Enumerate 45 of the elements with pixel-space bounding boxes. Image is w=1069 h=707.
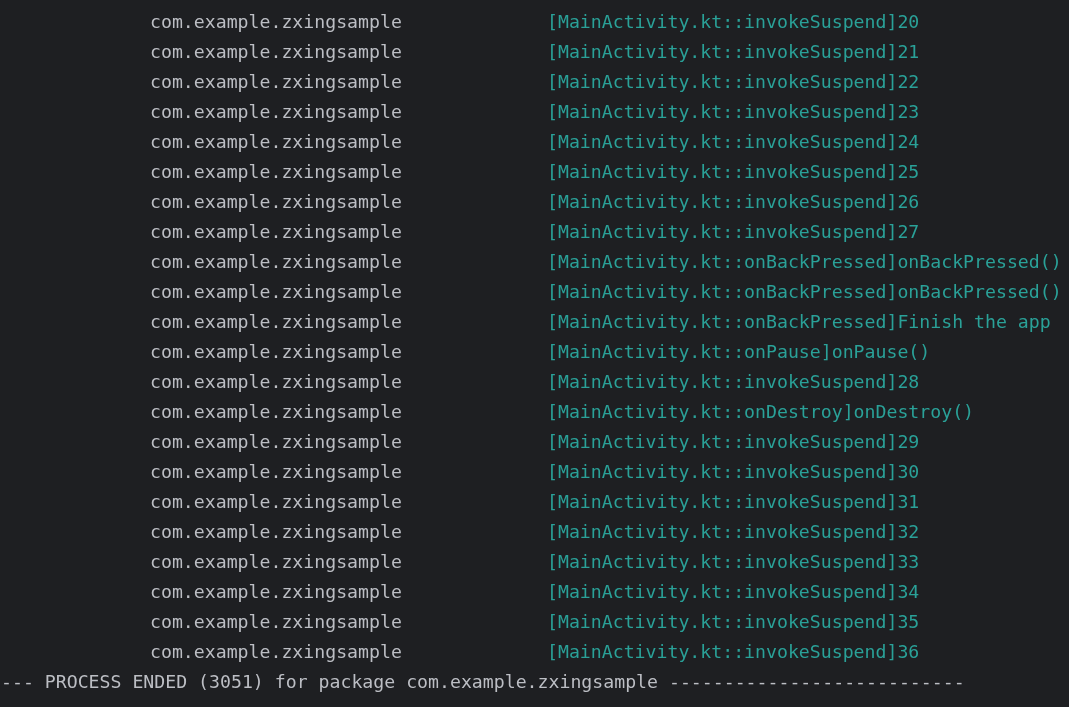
log-package: com.example.zxingsample [150,100,403,124]
log-package: com.example.zxingsample [150,160,403,184]
log-package: com.example.zxingsample [150,310,403,334]
log-message: [MainActivity.kt::invokeSuspend]21 [547,40,920,64]
log-message: [MainActivity.kt::invokeSuspend]27 [547,220,920,244]
log-message: [MainActivity.kt::invokeSuspend]30 [547,460,920,484]
log-package: com.example.zxingsample [150,40,403,64]
log-package: com.example.zxingsample [150,280,403,304]
log-message: [MainActivity.kt::invokeSuspend]20 [547,10,920,34]
log-message: [MainActivity.kt::invokeSuspend]31 [547,490,920,514]
log-message: [MainActivity.kt::onBackPressed]Finish the app [547,310,1051,334]
log-package: com.example.zxingsample [150,70,403,94]
log-package: com.example.zxingsample [150,130,403,154]
log-package: com.example.zxingsample [150,190,403,214]
process-ended-line: --- PROCESS ENDED (3051) for package com.example.zxingsample --------------------------- [1,670,965,694]
log-message: [MainActivity.kt::invokeSuspend]23 [547,100,920,124]
log-message: [MainActivity.kt::invokeSuspend]26 [547,190,920,214]
log-package: com.example.zxingsample [150,400,403,424]
log-package: com.example.zxingsample [150,640,403,664]
log-message: [MainActivity.kt::onBackPressed]onBackPressed() [547,280,1062,304]
log-message: [MainActivity.kt::invokeSuspend]24 [547,130,920,154]
log-message: [MainActivity.kt::onDestroy]onDestroy() [547,400,975,424]
log-message: [MainActivity.kt::invokeSuspend]36 [547,640,920,664]
log-message: [MainActivity.kt::invokeSuspend]29 [547,430,920,454]
log-package: com.example.zxingsample [150,580,403,604]
log-message: [MainActivity.kt::invokeSuspend]32 [547,520,920,544]
log-message: [MainActivity.kt::invokeSuspend]35 [547,610,920,634]
log-message: [MainActivity.kt::onPause]onPause() [547,340,931,364]
log-package: com.example.zxingsample [150,610,403,634]
log-package: com.example.zxingsample [150,220,403,244]
log-package: com.example.zxingsample [150,490,403,514]
log-package: com.example.zxingsample [150,430,403,454]
log-package: com.example.zxingsample [150,520,403,544]
log-package: com.example.zxingsample [150,10,403,34]
log-message: [MainActivity.kt::invokeSuspend]33 [547,550,920,574]
log-message: [MainActivity.kt::onBackPressed]onBackPressed() [547,250,1062,274]
log-message: [MainActivity.kt::invokeSuspend]34 [547,580,920,604]
log-package: com.example.zxingsample [150,340,403,364]
log-package: com.example.zxingsample [150,460,403,484]
log-message: [MainActivity.kt::invokeSuspend]28 [547,370,920,394]
log-package: com.example.zxingsample [150,250,403,274]
log-package: com.example.zxingsample [150,550,403,574]
log-package: com.example.zxingsample [150,370,403,394]
log-message: [MainActivity.kt::invokeSuspend]25 [547,160,920,184]
log-message: [MainActivity.kt::invokeSuspend]22 [547,70,920,94]
